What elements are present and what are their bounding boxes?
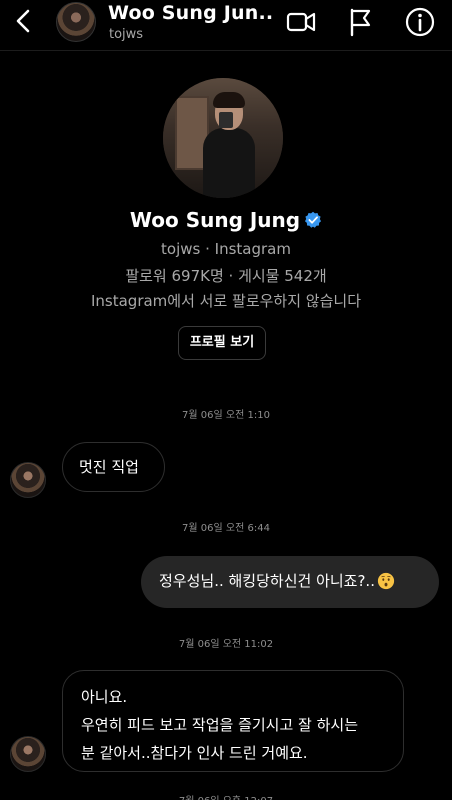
- info-icon[interactable]: [404, 6, 436, 38]
- avatar-body-shape: [203, 128, 255, 198]
- avatar-phone-shape: [219, 112, 233, 128]
- profile-name: Woo Sung Jung: [0, 208, 452, 232]
- message-timestamp: 7월 06일 오전 11:02: [178, 639, 274, 650]
- message-line: 우연히 피드 보고 작업을 즐기시고 잘 하시는: [81, 716, 359, 734]
- profile-name-text: Woo Sung Jung: [129, 208, 301, 232]
- outgoing-message-bubble[interactable]: 정우성님.. 해킹당하신건 아니죠?..: [141, 556, 439, 608]
- avatar-hair-shape: [213, 92, 245, 108]
- incoming-message-bubble[interactable]: 멋진 직업: [62, 442, 165, 492]
- message-line: 아니요.: [81, 688, 128, 706]
- sender-avatar[interactable]: [10, 736, 46, 772]
- header-avatar[interactable]: [56, 2, 96, 42]
- thread-header: Woo Sung Jun... tojws: [0, 0, 452, 51]
- profile-avatar[interactable]: [163, 78, 283, 198]
- flag-icon[interactable]: [344, 6, 376, 38]
- message-line: 분 같아서..참다가 인사 드린 거예요.: [81, 744, 308, 762]
- dm-thread: Woo Sung Jun... tojws Woo Sung Jung tojw…: [0, 0, 452, 800]
- outgoing-message-text: 정우성님.. 해킹당하신건 아니죠?..: [159, 572, 375, 590]
- message-timestamp: 7월 06일 오전 6:44: [182, 523, 270, 534]
- incoming-message-bubble[interactable]: 아니요. 우연히 피드 보고 작업을 즐기시고 잘 하시는 분 같아서..참다가…: [62, 670, 404, 772]
- video-call-icon[interactable]: [285, 6, 317, 38]
- verified-badge-icon: [305, 211, 322, 228]
- profile-handle: tojws · Instagram: [161, 240, 291, 258]
- hushed-face-emoji-icon: [377, 572, 395, 590]
- sender-avatar[interactable]: [10, 462, 46, 498]
- header-name[interactable]: Woo Sung Jun...: [108, 2, 273, 24]
- view-profile-button[interactable]: 프로필 보기: [178, 326, 266, 360]
- profile-stats: 팔로워 697K명 · 게시물 542개: [125, 267, 327, 285]
- message-timestamp: 7월 06일 오전 1:10: [182, 410, 270, 421]
- header-username[interactable]: tojws: [109, 27, 143, 42]
- back-icon[interactable]: [10, 6, 36, 36]
- message-timestamp: 7월 06일 오후 12:07: [0, 792, 452, 800]
- follow-status: Instagram에서 서로 팔로우하지 않습니다: [90, 292, 362, 310]
